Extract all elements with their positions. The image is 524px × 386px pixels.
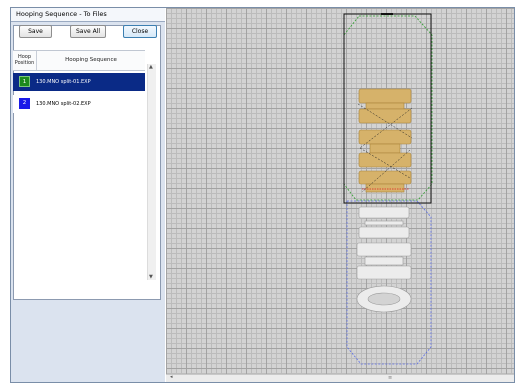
save-button[interactable]: Save xyxy=(19,25,52,38)
hoop-file-name: 130.MNO split-02.EXP xyxy=(36,101,91,107)
hooping-sequence-panel: Hooping Sequence - To Files Save Save Al… xyxy=(11,8,165,382)
table-row[interactable]: 1 130.MNO split-01.EXP xyxy=(13,73,145,91)
close-button[interactable]: Close xyxy=(123,25,157,38)
hoop-file-name: 130.MNO split-01.EXP xyxy=(36,79,91,85)
chevron-down-icon[interactable]: ▼ xyxy=(149,274,153,280)
column-header-hooping-sequence[interactable]: Hooping Sequence xyxy=(37,51,145,70)
chevron-left-icon[interactable]: ◂ xyxy=(170,374,173,380)
canvas-horizontal-scrollbar[interactable]: ◂ ≡ xyxy=(166,374,514,382)
save-all-button[interactable]: Save All xyxy=(70,25,106,38)
hoop-position-badge: 1 xyxy=(19,76,30,87)
window-title: Hooping Sequence - To Files xyxy=(16,10,107,18)
title-bar: Hooping Sequence - To Files xyxy=(11,8,165,22)
gold-stitch-letters xyxy=(358,88,412,193)
hoop-2-outline xyxy=(346,200,432,365)
embroidery-design xyxy=(343,13,433,365)
table-row[interactable]: 2 130.MNO split-02.EXP xyxy=(13,95,145,113)
hoop-position-badge: 2 xyxy=(19,98,30,109)
hoop-frame-marker xyxy=(381,13,393,15)
hooping-sequence-app: Hooping Sequence - To Files Save Save Al… xyxy=(0,0,524,386)
list-scrollbar[interactable]: ▲ ▼ xyxy=(147,64,156,280)
scroll-thumb-grip[interactable]: ≡ xyxy=(388,375,392,381)
column-header-hoop-position[interactable]: Hoop Position xyxy=(13,51,37,70)
chevron-up-icon[interactable]: ▲ xyxy=(149,64,153,70)
sequence-table-header: Hoop Position Hooping Sequence xyxy=(13,50,145,71)
white-stitch-letters xyxy=(356,206,412,313)
